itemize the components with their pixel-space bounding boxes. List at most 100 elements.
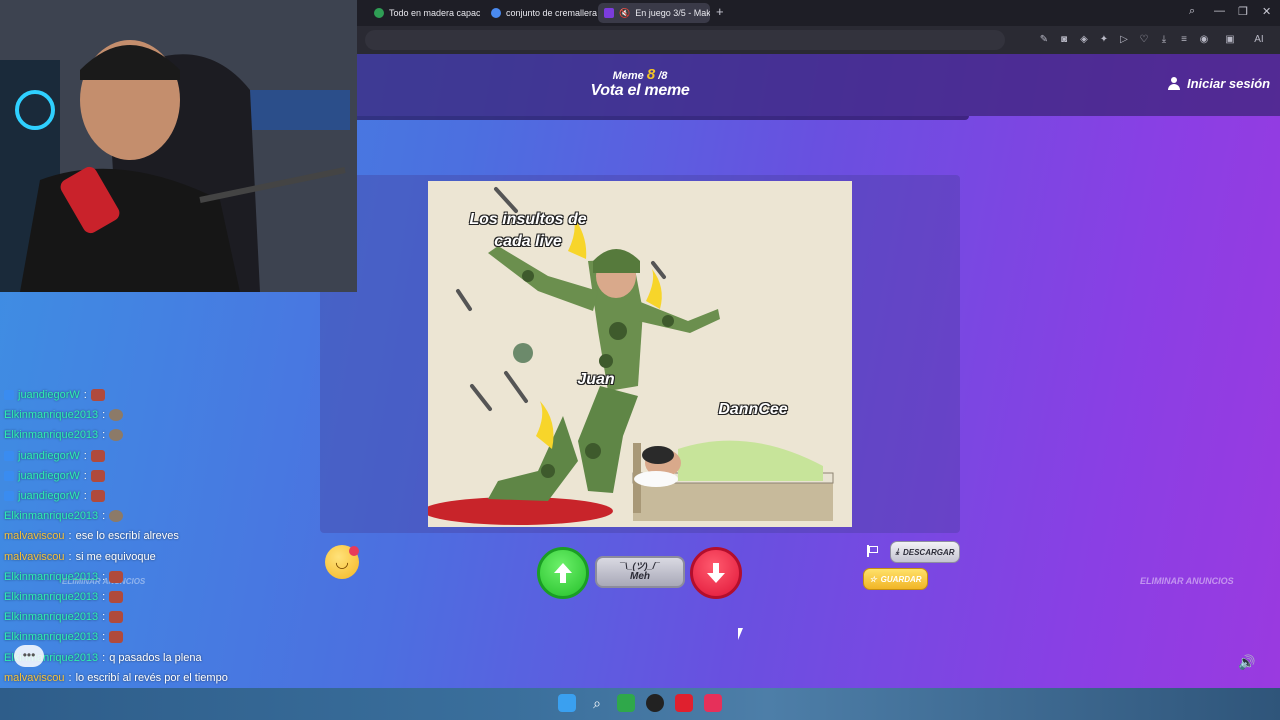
chat-message: Elkinmanrique2013:: [4, 608, 124, 626]
shrug-face: ¯\_(ツ)_/¯: [620, 561, 660, 571]
smile-emoji-icon: ◡: [335, 554, 349, 571]
chat-username[interactable]: Elkinmanrique2013: [4, 611, 98, 623]
browser-tab-1[interactable]: Todo en madera capacho: [368, 3, 480, 23]
chat-username[interactable]: juandiegorW: [18, 389, 80, 401]
chat-message: Elkinmanrique2013:: [4, 628, 124, 646]
chat-username[interactable]: juandiegorW: [18, 470, 80, 482]
download-icon: ⤓: [895, 547, 899, 556]
downvote-button[interactable]: [690, 547, 742, 599]
webcam-overlay: [0, 0, 357, 292]
play-icon[interactable]: ▷: [1117, 33, 1131, 47]
chat-message: malvaviscou: si me equivoque: [4, 548, 156, 566]
chat-bubble-icon[interactable]: •••: [14, 645, 44, 667]
chat-username[interactable]: Elkinmanrique2013: [4, 591, 98, 603]
meme-caption-right: DannCee: [718, 401, 788, 418]
chat-username[interactable]: Elkinmanrique2013: [4, 429, 98, 441]
heart-icon: [349, 546, 359, 556]
close-icon[interactable]: ✕: [1262, 5, 1271, 18]
xbox-icon[interactable]: [617, 694, 635, 712]
chat-separator: :: [102, 591, 106, 603]
profile-icon[interactable]: ◉: [1197, 33, 1211, 47]
meme-caption-top: Los insultos de cada live: [469, 211, 587, 250]
chat-separator: :: [68, 530, 72, 543]
meme-counter-prefix: Meme: [612, 70, 644, 82]
chat-text: q pasados la plena: [109, 651, 202, 664]
ai-button[interactable]: AI: [1245, 33, 1273, 47]
chat-username[interactable]: juandiegorW: [18, 490, 80, 502]
browser-tab-2[interactable]: conjunto de cremallera ac: [485, 3, 597, 23]
browser-tab-3[interactable]: 🔇 En juego 3/5 - Make: [598, 3, 710, 23]
camera-icon[interactable]: ◙: [1057, 33, 1071, 47]
download-button[interactable]: ⤓ DESCARGAR: [890, 541, 960, 563]
site-logo-icon: [604, 8, 614, 18]
upvote-button[interactable]: [537, 547, 589, 599]
heart-icon[interactable]: ♡: [1137, 33, 1151, 47]
chat-username[interactable]: Elkinmanrique2013: [4, 571, 98, 583]
chat-username[interactable]: malvaviscou: [4, 672, 65, 684]
prime-badge-icon: [4, 491, 14, 501]
chat-message: juandiegorW:: [4, 487, 105, 505]
star-icon: ☆: [869, 574, 877, 584]
chat-message: Elkinmanrique2013:: [4, 426, 124, 444]
chat-username[interactable]: Elkinmanrique2013: [4, 510, 98, 522]
chat-emote-icon: [90, 490, 105, 502]
chat-separator: :: [102, 651, 106, 664]
download-icon[interactable]: ⤓: [1157, 33, 1171, 47]
tiktok-icon[interactable]: [704, 694, 722, 712]
edit-icon[interactable]: ✎: [1037, 33, 1051, 47]
minimize-icon[interactable]: —: [1214, 5, 1225, 17]
chat-text: lo escribí al revés por el tiempo: [75, 671, 228, 684]
chat-message: malvaviscou: lo escribí al revés por el t…: [4, 669, 228, 687]
login-button[interactable]: Iniciar sesión: [1168, 76, 1270, 91]
windows-start-icon[interactable]: [558, 694, 576, 712]
meme-caption-middle: Juan: [577, 371, 615, 388]
chat-emote-icon: [90, 449, 105, 462]
chat-separator: :: [83, 389, 87, 401]
save-label: GUARDAR: [880, 574, 922, 584]
arrow-up-icon: [554, 563, 572, 583]
mute-icon[interactable]: 🔇: [619, 8, 630, 19]
meh-button[interactable]: ¯\_(ツ)_/¯ Meh: [595, 556, 685, 588]
extension-icon[interactable]: ✦: [1097, 33, 1111, 47]
chat-username[interactable]: Elkinmanrique2013: [4, 409, 98, 421]
chat-username[interactable]: malvaviscou: [4, 530, 65, 542]
report-flag-icon[interactable]: [867, 545, 878, 557]
maximize-icon[interactable]: ❐: [1238, 5, 1248, 18]
chat-separator: :: [102, 429, 106, 442]
chat-emote-icon: [90, 469, 105, 482]
address-bar[interactable]: [365, 30, 1005, 50]
search-icon[interactable]: ⌕: [588, 694, 606, 712]
chat-emote-icon: [109, 510, 124, 523]
header-underline: [357, 116, 969, 120]
box-icon[interactable]: ▣: [1223, 33, 1237, 47]
remove-ads-link[interactable]: ELIMINAR ANUNCIOS: [1140, 576, 1234, 586]
chat-message: Elkinmanrique2013:: [4, 507, 124, 525]
chat-separator: :: [83, 490, 87, 502]
prime-badge-icon: [4, 470, 14, 481]
menu-icon[interactable]: ≡: [1177, 33, 1191, 47]
meme-counter-current: 8: [646, 66, 656, 83]
speaker-icon[interactable]: 🔊: [1238, 654, 1256, 670]
chat-separator: :: [68, 671, 72, 684]
obs-icon[interactable]: [646, 694, 664, 712]
chat-username[interactable]: Elkinmanrique2013: [4, 631, 98, 643]
arrow-down-icon: [707, 563, 725, 583]
chat-username[interactable]: juandiegorW: [18, 450, 80, 462]
chat-separator: :: [102, 611, 106, 624]
user-icon: [1168, 77, 1180, 90]
opera-icon[interactable]: [675, 694, 693, 712]
prime-badge-icon: [4, 450, 14, 461]
chat-emote-icon: [109, 591, 124, 603]
prime-badge-icon: [4, 390, 14, 400]
chat-emote-icon: [90, 389, 105, 401]
chat-username[interactable]: malvaviscou: [4, 551, 65, 563]
new-tab-button[interactable]: +: [716, 4, 724, 19]
download-label: DESCARGAR: [902, 547, 955, 557]
shield-icon[interactable]: ◈: [1077, 33, 1091, 47]
search-tabs-icon[interactable]: ⌕: [1189, 5, 1195, 18]
chat-separator: :: [83, 449, 87, 462]
login-label: Iniciar sesión: [1187, 76, 1271, 91]
meme-counter-total: /8: [658, 70, 668, 82]
chat-message: Elkinmanrique2013:: [4, 588, 124, 606]
save-button[interactable]: ☆ GUARDAR: [863, 568, 928, 590]
